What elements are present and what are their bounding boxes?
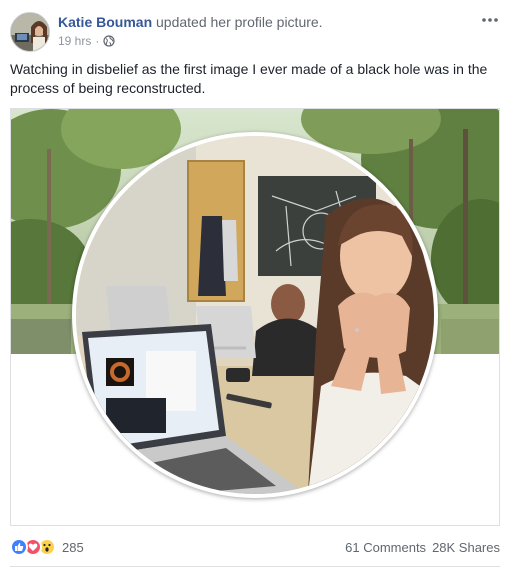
comments-count-link[interactable]: 61 Comments [345,540,426,555]
like-reaction-icon [10,538,28,556]
post-timestamp[interactable]: 19 hrs [58,34,91,48]
reaction-count: 285 [62,539,84,555]
author-name-link[interactable]: Katie Bouman [58,14,152,30]
reaction-summary[interactable]: 285 [10,538,84,556]
post-caption: Watching in disbelief as the first image… [10,61,488,96]
post-headline: Katie Bouman updated her profile picture… [58,14,323,30]
more-options-icon[interactable] [480,10,500,30]
post-meta: 19 hrs · [58,34,115,48]
footer-divider [10,566,500,567]
profile-picture[interactable] [72,132,438,498]
post-action-text: updated her profile picture. [156,14,323,30]
post-media[interactable] [10,108,500,526]
meta-separator: · [95,34,100,48]
post-stats: 61 Comments 28K Shares [345,540,500,555]
shares-count-link[interactable]: 28K Shares [432,540,500,555]
author-avatar[interactable] [10,12,50,52]
facebook-post: Katie Bouman updated her profile picture… [0,0,510,575]
globe-icon[interactable] [103,35,115,47]
